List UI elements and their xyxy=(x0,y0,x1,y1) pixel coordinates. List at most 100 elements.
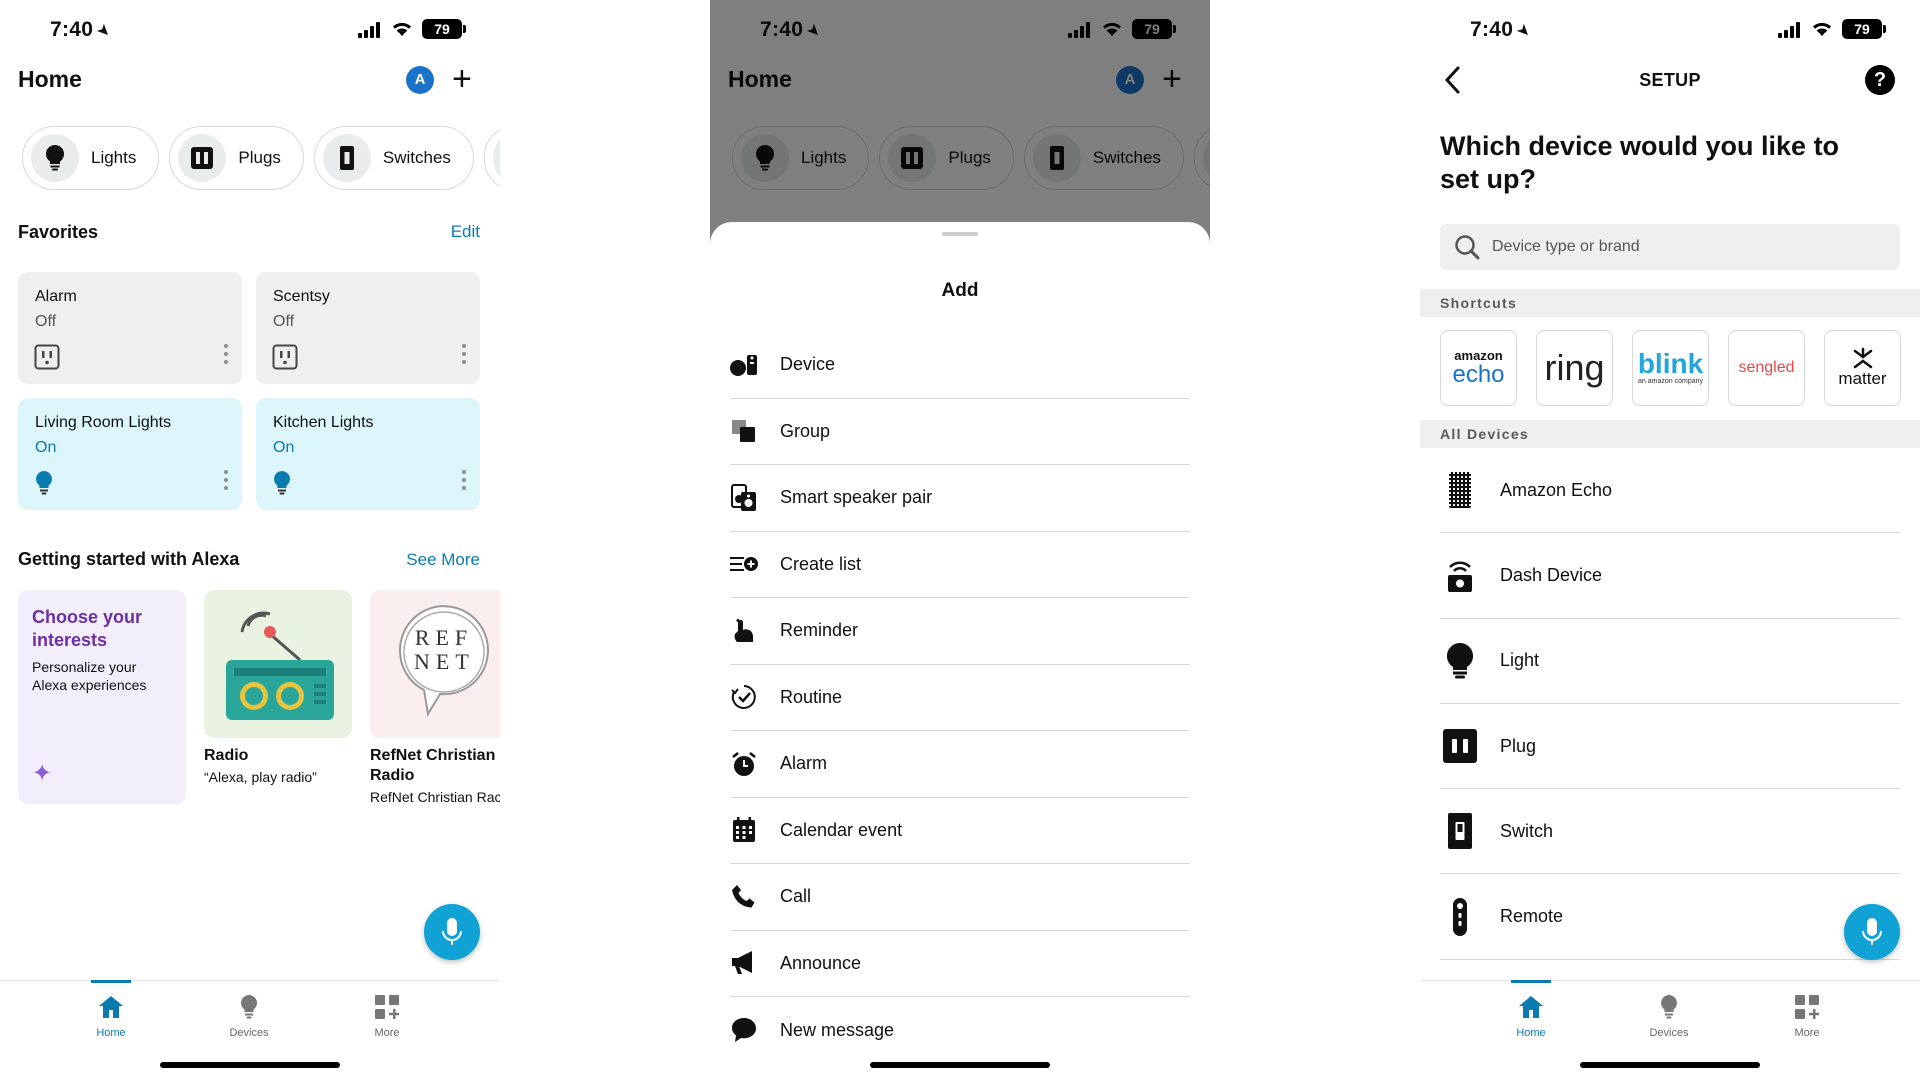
status-time: 7:40➤ xyxy=(50,18,115,43)
status-bar: 7:40➤ 79 xyxy=(1420,14,1920,44)
menu-item-call[interactable]: Call xyxy=(730,864,1190,931)
device-row-light[interactable]: Light xyxy=(1440,619,1900,704)
shortcut-matter[interactable]: matter xyxy=(1824,330,1901,406)
search-input[interactable]: Device type or brand xyxy=(1492,238,1640,256)
more-options-icon[interactable] xyxy=(224,470,228,494)
blink-wordmark: blink xyxy=(1637,348,1704,379)
device-row-switch[interactable]: Switch xyxy=(1440,789,1900,875)
tab-devices[interactable]: Devices xyxy=(1619,991,1719,1039)
menu-item-label: Create list xyxy=(780,553,862,574)
favorite-card-living-room-lights[interactable]: Living Room Lights On xyxy=(18,398,242,510)
sheet-title: Add xyxy=(941,280,979,301)
radio-card-image[interactable] xyxy=(204,590,352,738)
device-row-amazon-echo[interactable]: Amazon Echo xyxy=(1440,448,1900,534)
page-title: SETUP xyxy=(1639,70,1701,90)
menu-item-label: Reminder xyxy=(780,620,859,641)
favorite-card-scentsy[interactable]: Scentsy Off xyxy=(256,272,480,384)
see-more-link[interactable]: See More xyxy=(406,550,480,570)
category-icon xyxy=(492,134,500,182)
lightbulb-icon xyxy=(274,471,290,495)
radio-card-subtitle: “Alexa, play radio” xyxy=(204,769,317,785)
menu-item-routine[interactable]: Routine xyxy=(730,665,1190,731)
grid-plus-icon xyxy=(1795,995,1819,1019)
device-label: Switch xyxy=(1500,820,1554,841)
megaphone-icon xyxy=(732,951,752,975)
plug-icon xyxy=(178,134,227,182)
message-icon xyxy=(732,1018,756,1043)
shortcuts-header: Shortcuts xyxy=(1420,289,1920,317)
add-bottom-sheet: Add Device Group Smart speaker pair Crea… xyxy=(710,222,1210,1080)
setup-screen: 7:40➤ 79 SETUP ? Which device would you … xyxy=(1420,0,1920,1080)
device-icon xyxy=(730,354,757,376)
device-label: Remote xyxy=(1500,906,1564,927)
tab-label: Home xyxy=(96,1027,126,1039)
calendar-icon xyxy=(733,817,755,843)
tab-label: More xyxy=(1794,1027,1820,1039)
shortcut-ring[interactable]: ring xyxy=(1536,330,1613,406)
alexa-voice-button[interactable] xyxy=(1844,904,1900,960)
alexa-voice-button[interactable] xyxy=(424,904,480,960)
tab-home[interactable]: Home xyxy=(1481,980,1581,1039)
menu-item-group[interactable]: Group xyxy=(730,399,1190,465)
group-icon xyxy=(732,420,755,443)
chip-label: Plugs xyxy=(238,148,281,167)
menu-item-calendar-event[interactable]: Calendar event xyxy=(730,798,1190,864)
more-options-icon[interactable] xyxy=(462,470,466,494)
favorite-state: On xyxy=(35,439,57,456)
tab-devices[interactable]: Devices xyxy=(199,991,299,1039)
menu-item-create-list[interactable]: Create list xyxy=(730,532,1190,598)
menu-item-reminder[interactable]: Reminder xyxy=(730,598,1190,665)
tab-more[interactable]: More xyxy=(337,991,437,1039)
menu-item-new-message[interactable]: New message xyxy=(730,997,1190,1064)
more-options-icon[interactable] xyxy=(224,344,228,368)
chip-lights[interactable]: Lights xyxy=(22,126,160,190)
menu-item-label: New message xyxy=(780,1019,895,1040)
edit-favorites-link[interactable]: Edit xyxy=(451,222,480,242)
choose-interests-card[interactable]: Choose your interests Personalize your A… xyxy=(18,590,186,804)
sparkle-icon: ✦ xyxy=(32,760,53,787)
favorite-card-kitchen-lights[interactable]: Kitchen Lights On xyxy=(256,398,480,510)
tab-home[interactable]: Home xyxy=(61,980,161,1039)
shortcut-blink[interactable]: blink an amazon company xyxy=(1632,330,1709,406)
profile-avatar[interactable]: A xyxy=(406,66,434,94)
menu-item-label: Smart speaker pair xyxy=(780,487,933,508)
alarm-icon xyxy=(732,751,756,776)
help-icon[interactable]: ? xyxy=(1865,65,1895,95)
device-row-remote[interactable]: Remote xyxy=(1440,874,1900,960)
device-row-dash-device[interactable]: Dash Device xyxy=(1440,533,1900,619)
more-options-icon[interactable] xyxy=(462,344,466,368)
device-row-plug[interactable]: Plug xyxy=(1440,704,1900,790)
menu-item-announce[interactable]: Announce xyxy=(730,931,1190,997)
phone-icon xyxy=(732,884,755,908)
device-search[interactable]: Device type or brand xyxy=(1440,224,1900,270)
menu-item-smart-speaker-pair[interactable]: Smart speaker pair xyxy=(730,465,1190,532)
home-indicator xyxy=(160,1062,340,1068)
home-indicator xyxy=(1580,1062,1760,1068)
favorite-state: Off xyxy=(273,313,295,330)
menu-item-label: Device xyxy=(780,354,836,375)
shortcut-amazon-echo[interactable]: amazon echo xyxy=(1440,330,1517,406)
menu-item-alarm[interactable]: Alarm xyxy=(730,731,1190,798)
sengled-wordmark: sengled xyxy=(1738,359,1795,376)
refnet-card-subtitle: RefNet Christian Rac xyxy=(370,789,500,805)
favorite-state: Off xyxy=(35,313,57,330)
chip-plugs[interactable]: Plugs xyxy=(169,126,304,190)
refnet-card-image[interactable]: REF NET xyxy=(370,590,500,738)
favorite-card-alarm[interactable]: Alarm Off xyxy=(18,272,242,384)
shortcut-sengled[interactable]: sengled xyxy=(1728,330,1805,406)
add-menu: Device Group Smart speaker pair Create l… xyxy=(730,332,1190,1064)
create-list-icon xyxy=(730,557,758,572)
page-title: Home xyxy=(18,66,82,92)
add-button[interactable]: + xyxy=(452,62,472,96)
wifi-icon xyxy=(1813,23,1831,36)
radio-icon xyxy=(226,611,334,720)
chip-label: Switches xyxy=(382,148,451,167)
tab-more[interactable]: More xyxy=(1757,991,1857,1039)
brand-shortcuts: amazon echo ring blink an amazon company… xyxy=(1440,330,1920,406)
menu-item-device[interactable]: Device xyxy=(730,332,1190,399)
plug-icon xyxy=(1443,729,1477,764)
device-label: Dash Device xyxy=(1500,564,1603,585)
chip-switches[interactable]: Switches xyxy=(313,126,474,190)
sheet-drag-handle[interactable] xyxy=(942,232,978,236)
chip-more[interactable] xyxy=(483,126,500,190)
